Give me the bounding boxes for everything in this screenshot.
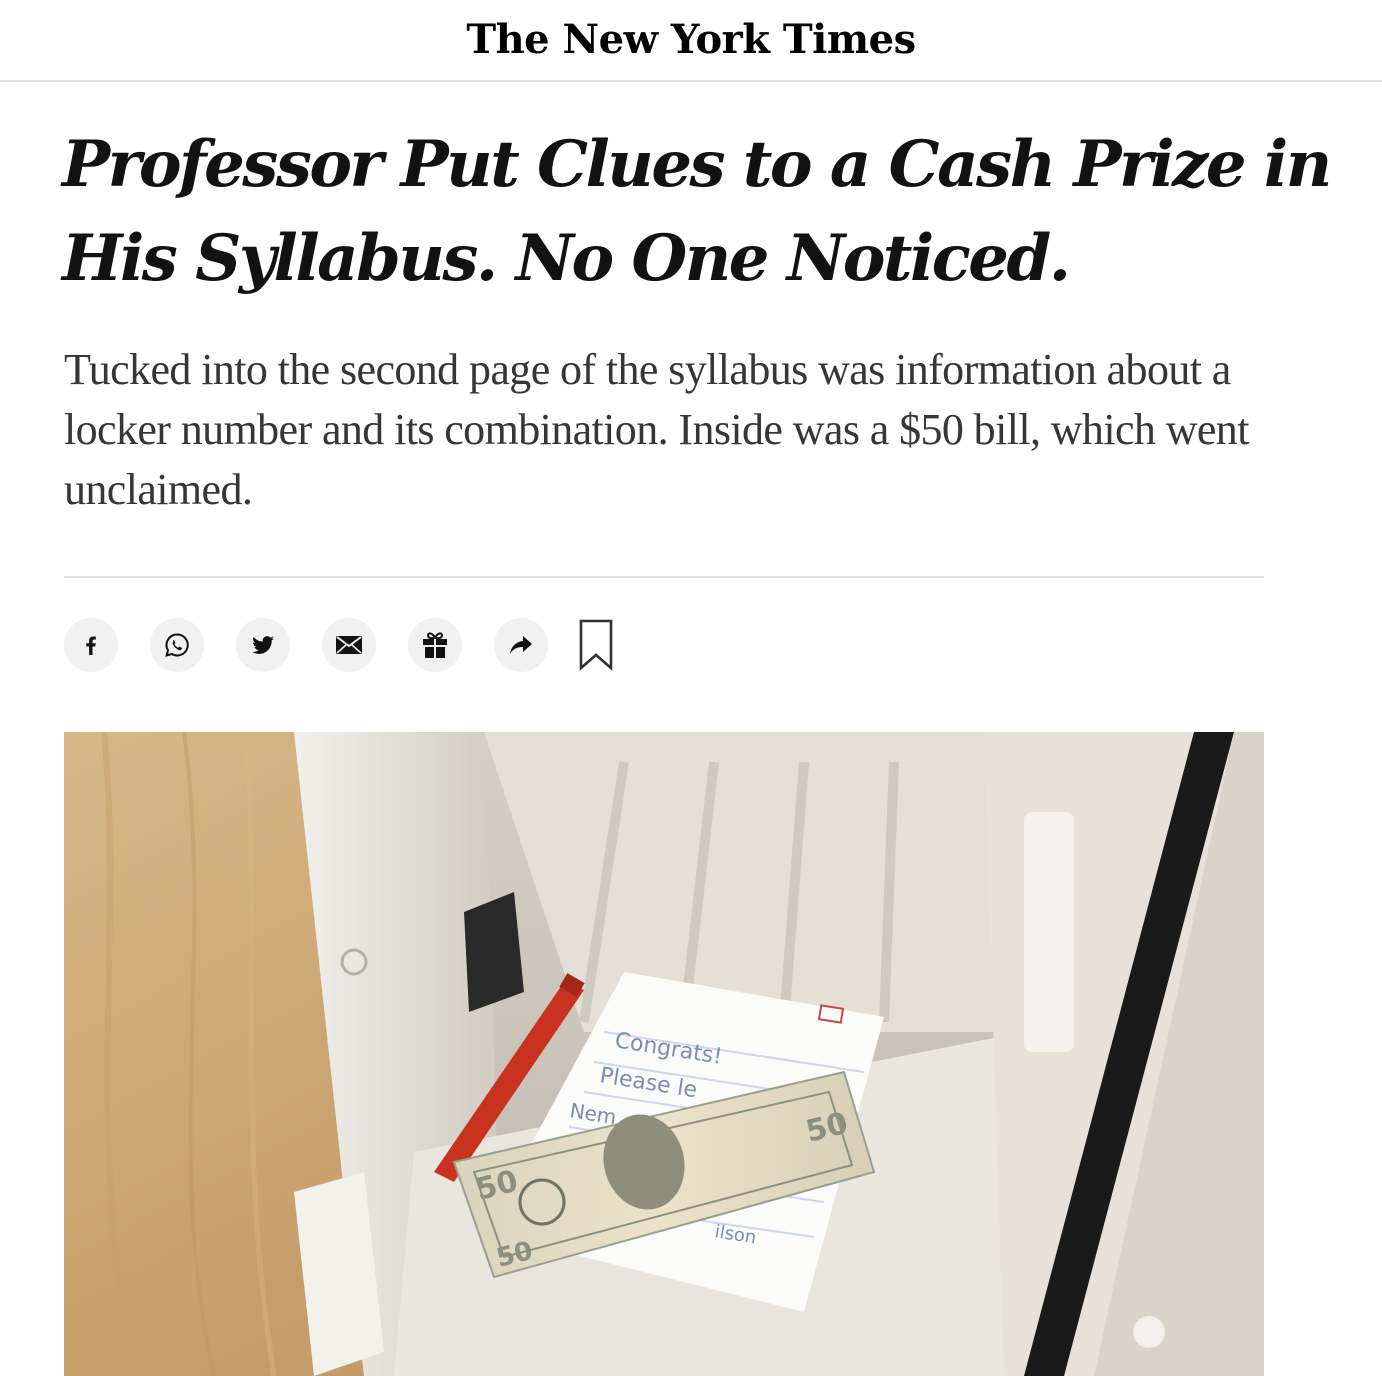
nyt-logo[interactable]: The New York Times <box>0 16 1382 63</box>
gift-icon <box>423 632 447 658</box>
gift-article-button[interactable] <box>408 618 462 672</box>
article-summary: Tucked into the second page of the sylla… <box>64 345 1249 514</box>
twitter-icon <box>252 636 274 654</box>
twitter-share-button[interactable] <box>236 618 290 672</box>
save-article-button[interactable] <box>578 619 614 671</box>
email-icon <box>336 636 362 654</box>
more-share-button[interactable] <box>494 618 548 672</box>
whatsapp-icon <box>165 633 189 657</box>
article-lead-image: Congrats! Please le Nem ilson 50 50 50 <box>64 732 1264 1376</box>
bookmark-icon <box>579 619 613 671</box>
facebook-share-button[interactable] <box>64 618 118 672</box>
email-share-button[interactable] <box>322 618 376 672</box>
whatsapp-share-button[interactable] <box>150 618 204 672</box>
masthead: The New York Times <box>0 0 1382 82</box>
share-arrow-icon <box>510 636 532 654</box>
article-headline: Professor Put Clues to a Cash Prize in H… <box>62 127 1332 296</box>
locker-photo-illustration: Congrats! Please le Nem ilson 50 50 50 <box>64 732 1264 1376</box>
facebook-icon <box>86 636 96 655</box>
share-divider <box>64 576 1264 578</box>
